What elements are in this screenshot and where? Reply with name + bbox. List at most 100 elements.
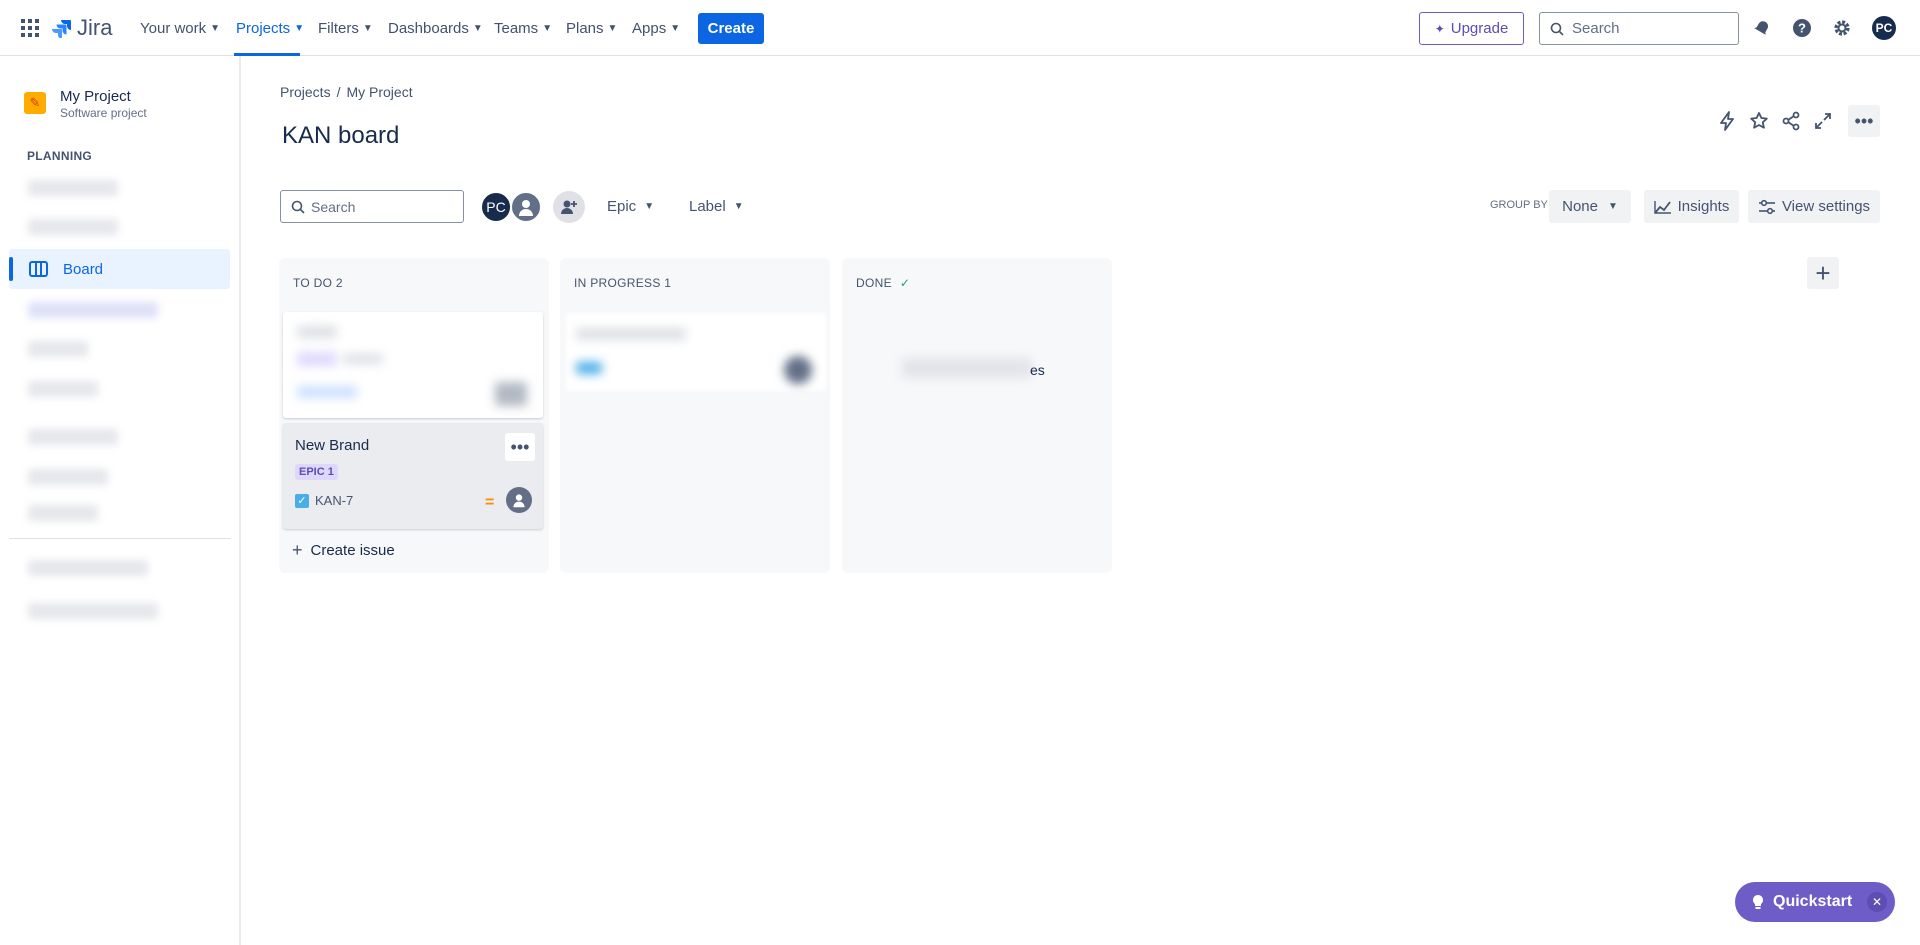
chevron-down-icon: ▼ (670, 22, 681, 34)
chevron-down-icon: ▼ (644, 201, 655, 212)
nav-filters[interactable]: Filters ▼ (318, 0, 373, 56)
close-icon[interactable]: ✕ (1867, 892, 1887, 912)
group-by-dropdown[interactable]: None ▼ (1549, 190, 1631, 223)
active-nav-indicator (234, 53, 300, 56)
sidebar-item-blurred[interactable] (28, 219, 118, 235)
blurred-text (576, 328, 686, 340)
column-title: DONE ✓ (856, 276, 910, 290)
sparkle-icon: ✦ (1434, 21, 1445, 36)
column-title-text: DONE (856, 276, 892, 290)
nav-label: Filters (318, 19, 359, 37)
automation-lightning-icon[interactable] (1714, 108, 1740, 134)
upgrade-button[interactable]: ✦ Upgrade (1419, 12, 1524, 45)
issue-card-blurred[interactable] (283, 312, 543, 418)
nav-label: Projects (236, 19, 291, 37)
nav-your-work[interactable]: Your work ▼ (140, 0, 220, 56)
blurred-text (576, 362, 602, 374)
sidebar-item-blurred[interactable] (28, 429, 118, 445)
jira-logo[interactable]: Jira (52, 0, 112, 56)
epic-filter-dropdown[interactable]: Epic ▼ (607, 190, 654, 223)
sidebar-divider (9, 538, 231, 539)
help-icon[interactable]: ? (1790, 16, 1814, 40)
project-type: Software project (60, 106, 147, 120)
search-icon (1550, 22, 1564, 36)
more-actions-button[interactable]: ••• (1848, 105, 1880, 137)
chevron-down-icon: ▼ (1607, 201, 1618, 212)
card-more-button[interactable]: ••• (505, 433, 535, 461)
insights-button[interactable]: Insights (1644, 190, 1739, 223)
priority-medium-icon: = (485, 494, 495, 511)
chevron-down-icon: ▼ (733, 201, 744, 212)
nav-dashboards[interactable]: Dashboards ▼ (388, 0, 483, 56)
more-icon: ••• (510, 436, 530, 457)
filter-label: Label (689, 198, 726, 215)
nav-label: Apps (632, 19, 667, 37)
sidebar-item-blurred[interactable] (28, 302, 158, 318)
group-by-value: None (1562, 198, 1598, 215)
epic-badge[interactable]: EPIC 1 (295, 464, 338, 480)
assignee-avatar[interactable] (506, 487, 532, 513)
column-title-text: IN PROGRESS 1 (574, 276, 672, 290)
sidebar-item-blurred[interactable] (28, 469, 108, 485)
star-icon[interactable] (1746, 108, 1772, 134)
notifications-bell-icon[interactable] (1750, 16, 1774, 40)
nav-apps[interactable]: Apps ▼ (632, 0, 680, 56)
person-icon (519, 200, 533, 216)
insights-label: Insights (1677, 198, 1730, 215)
chevron-down-icon: ▼ (607, 22, 618, 34)
checkmark-icon: ✓ (899, 276, 911, 290)
column-done: DONE ✓ (842, 258, 1112, 573)
global-search-input[interactable]: Search (1539, 12, 1739, 45)
column-title: TO DO 2 (293, 276, 343, 290)
chevron-down-icon: ▼ (472, 22, 483, 34)
sidebar-item-blurred[interactable] (28, 341, 88, 357)
nav-label: Dashboards (388, 19, 469, 37)
nav-projects[interactable]: Projects ▼ (236, 0, 304, 56)
issue-card-kan-7[interactable]: New Brand ••• EPIC 1 ✓ KAN-7 = (283, 423, 543, 529)
search-placeholder: Search (311, 198, 356, 215)
settings-gear-icon[interactable] (1830, 16, 1854, 40)
blurred-avatar (784, 356, 812, 384)
breadcrumb-projects[interactable]: Projects (280, 84, 331, 100)
expand-fullscreen-icon[interactable] (1810, 108, 1836, 134)
more-icon: ••• (1854, 110, 1874, 131)
column-title: IN PROGRESS 1 (574, 276, 671, 290)
sidebar-item-blurred[interactable] (28, 505, 98, 521)
create-issue-button[interactable]: + Create issue (292, 540, 395, 561)
filter-label: Epic (607, 198, 637, 215)
sidebar-item-blurred[interactable] (28, 381, 98, 397)
nav-teams[interactable]: Teams ▼ (494, 0, 552, 56)
chevron-down-icon: ▼ (294, 22, 305, 34)
upgrade-label: Upgrade (1450, 20, 1509, 37)
sidebar-item-blurred[interactable] (28, 560, 148, 576)
nav-label: Your work (140, 19, 207, 37)
jira-logo-icon (52, 20, 71, 38)
sidebar-item-blurred[interactable] (28, 180, 118, 196)
breadcrumb-my-project[interactable]: My Project (346, 84, 412, 100)
create-button[interactable]: Create (698, 13, 764, 44)
issue-title: New Brand (295, 437, 370, 454)
share-icon[interactable] (1778, 108, 1804, 134)
add-column-button[interactable]: + (1807, 257, 1839, 289)
jira-logo-text: Jira (77, 15, 113, 40)
label-filter-dropdown[interactable]: Label ▼ (689, 190, 744, 223)
user-avatar[interactable]: PC (1872, 16, 1896, 40)
view-settings-button[interactable]: View settings (1748, 190, 1880, 223)
assignee-avatar-pc[interactable]: PC (480, 191, 512, 223)
issue-key: ✓ KAN-7 (295, 493, 353, 508)
page-title: KAN board (282, 122, 400, 149)
add-person-icon (561, 200, 577, 214)
project-name[interactable]: My Project (60, 88, 131, 105)
quickstart-button[interactable]: Quickstart ✕ (1735, 882, 1895, 922)
chevron-down-icon: ▼ (362, 22, 373, 34)
add-people-button[interactable] (553, 191, 585, 223)
sliders-icon (1758, 199, 1775, 214)
sidebar-item-blurred[interactable] (28, 603, 158, 619)
assignee-avatar-unassigned[interactable] (510, 191, 542, 223)
top-navigation-bar: Jira Your work ▼ Projects ▼ Filters ▼ Dashb… (0, 0, 1920, 56)
nav-plans[interactable]: Plans ▼ (566, 0, 617, 56)
plus-icon: + (292, 540, 303, 560)
app-switcher-icon[interactable] (18, 16, 42, 40)
board-search-input[interactable]: Search (280, 190, 464, 223)
breadcrumb: Projects / My Project (280, 84, 413, 100)
